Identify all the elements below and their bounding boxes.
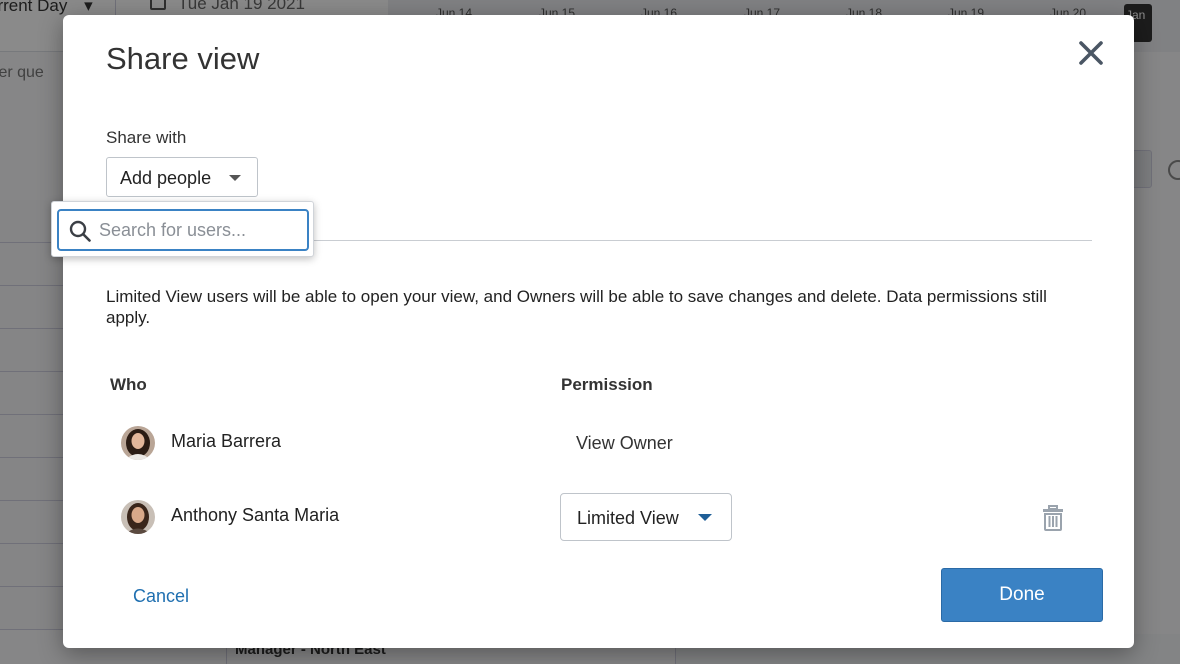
column-header-permission: Permission bbox=[561, 375, 653, 394]
permission-dropdown[interactable]: Limited View bbox=[560, 493, 732, 541]
search-input[interactable] bbox=[99, 217, 299, 243]
add-people-label: Add people bbox=[120, 168, 212, 188]
caret-down-icon bbox=[229, 175, 241, 181]
avatar bbox=[121, 426, 155, 460]
add-people-dropdown[interactable]: Add people bbox=[106, 157, 258, 197]
cancel-button[interactable]: Cancel bbox=[133, 586, 189, 607]
done-button[interactable]: Done bbox=[941, 568, 1103, 622]
caret-down-icon bbox=[698, 514, 712, 521]
column-header-who: Who bbox=[110, 375, 147, 394]
user-name: Anthony Santa Maria bbox=[171, 505, 340, 525]
user-avatar-icon bbox=[121, 426, 155, 460]
search-box[interactable] bbox=[57, 209, 309, 251]
remove-user-button[interactable] bbox=[1042, 505, 1064, 531]
close-button[interactable] bbox=[1075, 37, 1107, 69]
user-row: Maria Barrera View Owner bbox=[63, 423, 1134, 463]
share-view-modal: Share view Share with Add people Limited… bbox=[63, 15, 1134, 648]
permission-dropdown-label: Limited View bbox=[577, 508, 679, 528]
permission-label: View Owner bbox=[576, 433, 673, 453]
share-with-label: Share with bbox=[106, 128, 187, 147]
search-users-popover bbox=[51, 201, 314, 257]
user-avatar-icon bbox=[121, 500, 155, 534]
permissions-info-text: Limited View users will be able to open … bbox=[106, 287, 1047, 327]
trash-icon bbox=[1043, 505, 1063, 531]
avatar bbox=[121, 500, 155, 534]
search-icon bbox=[69, 220, 91, 242]
modal-title: Share view bbox=[106, 41, 260, 76]
close-icon bbox=[1079, 41, 1103, 65]
user-name: Maria Barrera bbox=[171, 431, 282, 451]
